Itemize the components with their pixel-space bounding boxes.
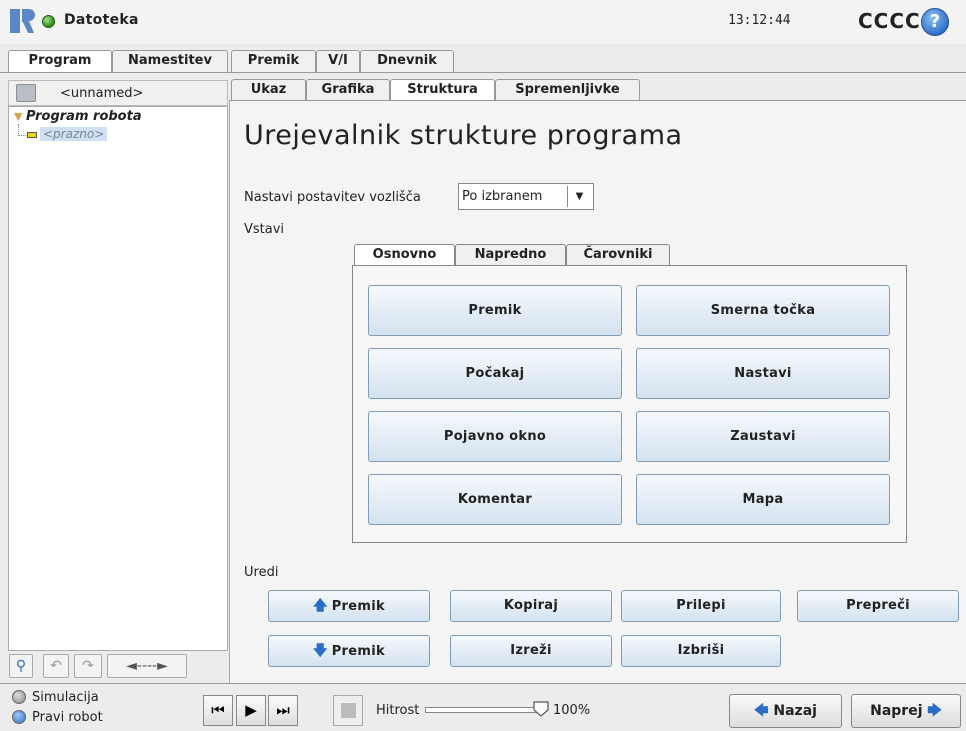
step-icon[interactable]: ⏭ [268,695,298,726]
undo-icon[interactable]: ↶ [43,654,69,678]
paste-button[interactable]: Prilepi [621,590,781,622]
tab-installation[interactable]: Namestitev [112,50,228,72]
move-up-button[interactable]: 🡅 Premik [268,590,430,622]
insert-folder-button[interactable]: Mapa [636,474,890,525]
real-robot-radio[interactable] [12,710,26,724]
move-up-label: Premik [331,599,385,614]
move-down-button[interactable]: 🡇 Premik [268,635,430,667]
expand-triangle-icon[interactable]: ▼ [14,110,22,123]
tree-node-empty[interactable]: <prazno> [40,127,108,141]
page-title: Urejevalnik strukture programa [244,120,683,151]
insert-move-button[interactable]: Premik [368,285,622,336]
speed-slider[interactable] [425,707,545,713]
arrow-right-icon: 🡆 [927,703,942,719]
simulation-label[interactable]: Simulacija [32,690,99,705]
tab-structure[interactable]: Struktura [390,79,495,101]
robot-name: CCCC [858,9,921,33]
search-icon[interactable]: ⚲ [9,654,33,678]
simulation-radio[interactable] [12,690,26,704]
chevron-down-icon[interactable]: ▼ [567,186,591,207]
tab-log[interactable]: Dnevnik [360,50,454,72]
tab-variables[interactable]: Spremenljivke [495,79,640,100]
speed-slider-thumb[interactable] [532,700,550,718]
insert-comment-button[interactable]: Komentar [368,474,622,525]
save-icon[interactable] [16,84,36,102]
next-label: Naprej [870,703,923,719]
arrow-left-icon: 🡄 [754,703,769,719]
arrow-down-icon: 🡇 [313,643,328,659]
cut-button[interactable]: Izreži [450,635,612,667]
copy-button[interactable]: Kopiraj [450,590,612,622]
move-down-label: Premik [331,644,385,659]
tab-io[interactable]: V/I [316,50,360,72]
file-menu[interactable]: Datoteka [64,12,139,28]
insert-popup-button[interactable]: Pojavno okno [368,411,622,462]
suppress-button[interactable]: Prepreči [797,590,959,622]
divider [229,100,966,101]
skip-back-icon[interactable]: ⏮ [203,695,233,726]
program-name: <unnamed> [60,86,144,101]
speed-value: 100% [553,703,591,718]
expand-collapse-button[interactable]: ◄----► [107,654,187,678]
insert-halt-button[interactable]: Zaustavi [636,411,890,462]
position-label: Nastavi postavitev vozlišča [244,190,421,205]
program-tree[interactable] [8,106,228,651]
divider [0,72,966,73]
back-button[interactable]: 🡄 Nazaj [729,694,842,728]
real-robot-label[interactable]: Pravi robot [32,710,103,725]
redo-icon[interactable]: ↷ [74,654,102,678]
insert-waypoint-button[interactable]: Smerna točka [636,285,890,336]
tab-basic[interactable]: Osnovno [354,244,455,267]
insert-wait-button[interactable]: Počakaj [368,348,622,399]
position-select-value: Po izbranem [462,189,543,204]
tab-program[interactable]: Program [8,50,112,73]
edit-label: Uredi [244,565,279,580]
tab-advanced[interactable]: Napredno [455,244,566,266]
tree-node-root[interactable]: Program robota [26,109,142,124]
insert-label: Vstavi [244,222,285,237]
play-icon[interactable]: ▶ [236,695,266,726]
tab-wizards[interactable]: Čarovniki [566,244,670,266]
empty-node-marker-icon [27,132,37,138]
delete-button[interactable]: Izbriši [621,635,781,667]
insert-set-button[interactable]: Nastavi [636,348,890,399]
stop-icon [341,703,356,718]
tree-connector [18,124,26,136]
speed-label: Hitrost [376,703,420,718]
ur-logo-icon [10,9,35,33]
tab-move[interactable]: Premik [231,50,316,72]
tab-graphics[interactable]: Grafika [306,79,390,100]
help-icon[interactable]: ? [921,8,949,36]
back-label: Nazaj [773,703,817,719]
tab-command[interactable]: Ukaz [231,79,306,100]
next-button[interactable]: Naprej 🡆 [851,694,961,728]
title-bar [0,0,966,44]
arrow-up-icon: 🡅 [313,598,328,614]
clock: 13:12:44 [728,13,791,28]
status-dot-icon [42,15,55,28]
